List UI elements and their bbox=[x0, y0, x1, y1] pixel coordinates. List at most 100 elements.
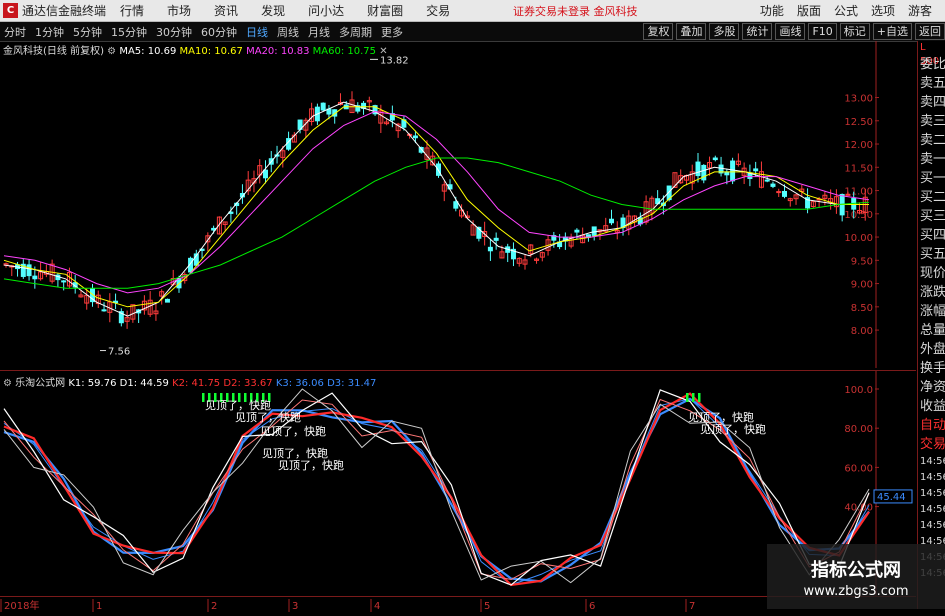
tool-button-2[interactable]: 多股 bbox=[709, 23, 740, 40]
sidebar-item-10[interactable]: 买五 bbox=[918, 245, 945, 264]
sidebar-item-2[interactable]: 卖四 bbox=[918, 93, 945, 112]
time-label: 4 bbox=[374, 601, 380, 612]
low-price-label: 7.56 bbox=[108, 347, 130, 358]
time-label: 5 bbox=[484, 601, 490, 612]
top-warning-annotation: 见顶了，快跑 bbox=[262, 446, 328, 460]
sidebar-item-6[interactable]: 买一 bbox=[918, 169, 945, 188]
sidebar-item-5[interactable]: 卖一 bbox=[918, 150, 945, 169]
title-right-item-0[interactable]: 功能 bbox=[760, 2, 784, 19]
price-tick-label: 13.00 bbox=[844, 94, 873, 105]
candle-body bbox=[320, 102, 326, 111]
period-tab-2[interactable]: 5分钟 bbox=[73, 24, 102, 40]
time-label: 2 bbox=[211, 601, 217, 612]
tick-time-4: 14:56 bbox=[920, 520, 945, 531]
price-tick-label: 8.00 bbox=[851, 326, 873, 337]
top-warning-annotation: 见顶了，快跑 bbox=[278, 458, 344, 472]
tool-button-8[interactable]: 返回 bbox=[915, 23, 945, 40]
tool-button-4[interactable]: 画线 bbox=[775, 23, 806, 40]
candle-body bbox=[493, 237, 499, 241]
candle-body bbox=[712, 157, 718, 161]
top-warning-annotation: 见顶了，快跑 bbox=[205, 398, 271, 412]
period-tab-0[interactable]: 分时 bbox=[4, 24, 26, 40]
sidebar-item-3[interactable]: 卖三 bbox=[918, 112, 945, 131]
gear-icon[interactable]: ⚙ bbox=[3, 378, 12, 389]
watermark-url: www.zbgs3.com bbox=[803, 584, 909, 599]
sidebar-item-16[interactable]: 换手 bbox=[918, 359, 945, 378]
sidebar-item-14[interactable]: 总量 bbox=[918, 321, 945, 340]
sidebar-item-17[interactable]: 净资 bbox=[918, 378, 945, 397]
top-warning-annotation: 见顶了，快跑 bbox=[260, 424, 326, 438]
period-tab-1[interactable]: 1分钟 bbox=[35, 24, 64, 40]
period-tab-7[interactable]: 周线 bbox=[277, 24, 299, 40]
app-logo-icon: C bbox=[3, 3, 18, 18]
indicator-tick-label: 100.0 bbox=[844, 385, 873, 396]
candle-body bbox=[26, 264, 32, 277]
tool-button-1[interactable]: 叠加 bbox=[676, 23, 707, 40]
candle-body bbox=[753, 168, 759, 172]
tool-button-3[interactable]: 统计 bbox=[742, 23, 773, 40]
period-tab-4[interactable]: 30分钟 bbox=[156, 24, 192, 40]
sidebar-item-0[interactable]: 委比 bbox=[918, 55, 945, 74]
tool-button-7[interactable]: +自选 bbox=[872, 23, 912, 40]
menu-item-2[interactable]: 资讯 bbox=[214, 4, 238, 18]
price-tick-label: 12.50 bbox=[844, 117, 873, 128]
sidebar-item-12[interactable]: 涨跌 bbox=[918, 283, 945, 302]
time-label: 7 bbox=[689, 601, 695, 612]
tick-time-1: 14:56 bbox=[920, 472, 945, 483]
gear-icon[interactable]: ⚙ bbox=[107, 46, 116, 57]
tool-button-0[interactable]: 复权 bbox=[643, 23, 674, 40]
period-tab-6[interactable]: 日线 bbox=[246, 24, 268, 40]
candle-body bbox=[574, 229, 580, 233]
menu-item-4[interactable]: 问小达 bbox=[308, 4, 344, 18]
period-tab-5[interactable]: 60分钟 bbox=[201, 24, 237, 40]
sidebar-item-11[interactable]: 现价 bbox=[918, 264, 945, 283]
candle-body bbox=[695, 161, 701, 177]
title-right-item-4[interactable]: 游客 bbox=[908, 2, 932, 19]
indicator-title: 乐淘公式网 bbox=[15, 378, 66, 389]
signal-bar bbox=[698, 393, 701, 402]
menu-item-3[interactable]: 发现 bbox=[261, 4, 285, 18]
sidebar-item-8[interactable]: 买三 bbox=[918, 207, 945, 226]
sidebar-item-20[interactable]: 交易 bbox=[918, 435, 945, 454]
title-right-item-3[interactable]: 选项 bbox=[871, 2, 895, 19]
tool-button-6[interactable]: 标记 bbox=[839, 23, 870, 40]
menu-item-6[interactable]: 交易 bbox=[426, 4, 450, 18]
menu-item-1[interactable]: 市场 bbox=[167, 4, 191, 18]
title-right-item-2[interactable]: 公式 bbox=[834, 2, 858, 19]
candle-body bbox=[412, 135, 418, 139]
price-tick-label: 9.50 bbox=[851, 256, 873, 267]
candle-body bbox=[487, 246, 493, 252]
tick-time-3: 14:56 bbox=[920, 504, 945, 515]
menu-item-5[interactable]: 财富圈 bbox=[367, 4, 403, 18]
stock-title: 金风科技(日线 前复权) bbox=[3, 46, 104, 57]
menu-item-0[interactable]: 行情 bbox=[120, 4, 144, 18]
sidebar-item-13[interactable]: 涨幅 bbox=[918, 302, 945, 321]
sidebar-item-15[interactable]: 外盘 bbox=[918, 340, 945, 359]
sidebar-item-4[interactable]: 卖二 bbox=[918, 131, 945, 150]
period-tab-8[interactable]: 月线 bbox=[308, 24, 330, 40]
title-right-menu: 功能 版面 公式 选项 游客 bbox=[760, 0, 945, 21]
period-tab-10[interactable]: 更多 bbox=[381, 24, 403, 40]
sidebar-item-9[interactable]: 买四 bbox=[918, 226, 945, 245]
d1-label: D1: 44.59 bbox=[119, 378, 169, 389]
time-label: 2018年 bbox=[4, 599, 39, 612]
sidebar-item-19[interactable]: 自动 bbox=[918, 416, 945, 435]
quote-sidebar: L 500 委比 卖五 卖四 卖三 卖二 卖一 买一 买二 买三 买四 买五 现价 涨跌 涨幅 总量 外盘 换手净… bbox=[917, 41, 945, 609]
sidebar-item-7[interactable]: 买二 bbox=[918, 188, 945, 207]
tick-time-2: 14:56 bbox=[920, 488, 945, 499]
ma-line-ma20 bbox=[3, 110, 870, 294]
title-right-item-1[interactable]: 版面 bbox=[797, 2, 821, 19]
period-tab-9[interactable]: 多周期 bbox=[339, 24, 372, 40]
sidebar-item-1[interactable]: 卖五 bbox=[918, 74, 945, 93]
tool-button-5[interactable]: F10 bbox=[808, 23, 837, 40]
period-tab-3[interactable]: 15分钟 bbox=[111, 24, 147, 40]
indicator-tick-label: 60.00 bbox=[844, 463, 873, 474]
login-notice[interactable]: 证券交易未登录 金风科技 bbox=[513, 3, 638, 19]
price-tick-label: 10.50 bbox=[844, 210, 873, 221]
candlestick-chart[interactable]: 13.00 12.50 12.00 11.50 11.00 10.50 10.00 9.50 9… bbox=[0, 41, 916, 368]
close-icon[interactable]: ✕ bbox=[379, 46, 387, 57]
ma10-label: MA10: 10.67 bbox=[179, 46, 243, 57]
candle-body bbox=[453, 201, 459, 209]
sidebar-item-18[interactable]: 收益 bbox=[918, 397, 945, 416]
indicator-legend: ⚙ 乐淘公式网 K1: 59.76 D1: 44.59 K2: 41.75 D2… bbox=[3, 374, 376, 389]
